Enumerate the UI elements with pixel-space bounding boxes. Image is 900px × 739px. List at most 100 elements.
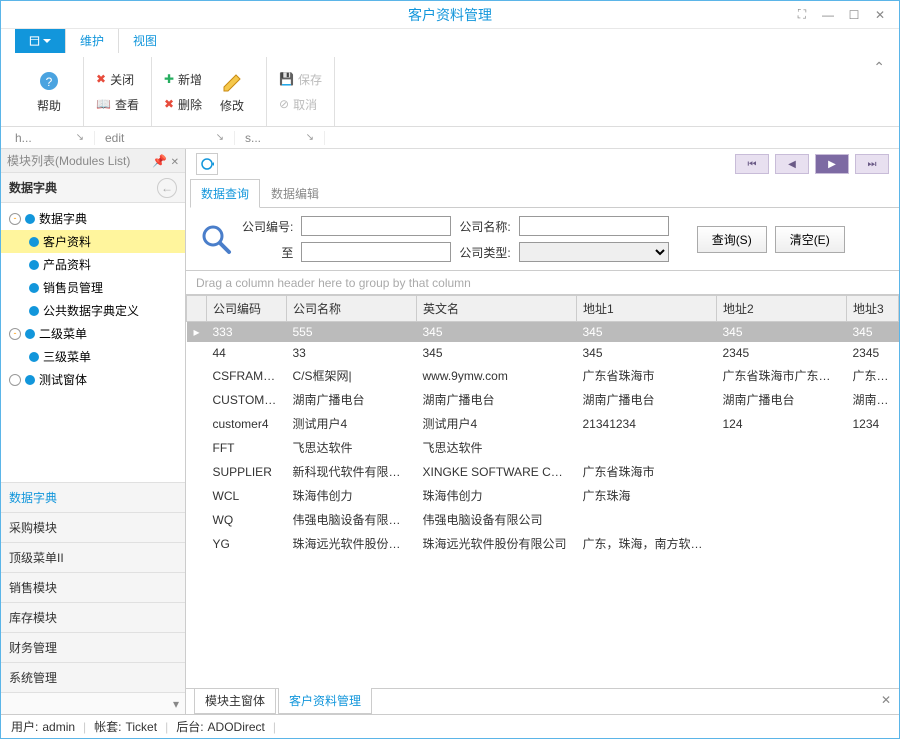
column-header[interactable]: 地址3 (847, 296, 899, 322)
tab-query[interactable]: 数据查询 (190, 179, 260, 208)
table-row[interactable]: WCL珠海伟创力珠海伟创力广东珠海 (187, 484, 899, 508)
tree-label: 销售员管理 (43, 279, 103, 296)
column-header[interactable]: 公司编码 (207, 296, 287, 322)
chevron-down-icon[interactable]: ▾ (173, 697, 179, 711)
help-button[interactable]: ? 帮助 (23, 57, 75, 126)
svg-text:?: ? (46, 75, 53, 89)
nav-first-button[interactable]: ⏮ (735, 154, 769, 174)
accordion-item[interactable]: 采购模块 (1, 512, 185, 542)
cancel-button: ⊘取消 (275, 94, 326, 115)
left-accordion: 数据字典采购模块顶级菜单II销售模块库存模块财务管理系统管理 (1, 482, 185, 692)
tree-node[interactable]: 三级菜单 (1, 345, 185, 368)
accordion-item[interactable]: 财务管理 (1, 632, 185, 662)
new-button[interactable]: ✚新增 (160, 69, 206, 90)
focus-mode-icon[interactable]: ⛶ (789, 5, 815, 25)
view-button[interactable]: 📖查看 (92, 94, 143, 115)
module-icon (25, 329, 35, 339)
magnifier-icon (198, 221, 234, 257)
table-row[interactable]: 443334534523452345 (187, 343, 899, 364)
collapse-ribbon-icon[interactable]: ⌃ (873, 59, 885, 76)
table-row[interactable]: SUPPLIER新科现代软件有限公司XINGKE SOFTWARE COMP..… (187, 460, 899, 484)
company-name-input[interactable] (519, 216, 669, 236)
tree-node[interactable]: 公共数据字典定义 (1, 299, 185, 322)
table-row[interactable]: YG珠海远光软件股份有限公司珠海远光软件股份有限公司广东，珠海，南方软件园 (187, 532, 899, 556)
tab-view[interactable]: 视图 (119, 27, 171, 53)
column-header[interactable]: 公司名称 (287, 296, 417, 322)
save-button: 💾保存 (275, 69, 326, 90)
edit-icon (220, 69, 244, 93)
delete-button[interactable]: ✖删除 (160, 94, 206, 115)
close-icon: ✖ (96, 72, 106, 86)
tab-edit[interactable]: 数据编辑 (260, 179, 330, 208)
accordion-item[interactable]: 顶级菜单II (1, 542, 185, 572)
launcher-icon[interactable]: ↘ (216, 132, 224, 143)
toggle-icon[interactable]: - (9, 328, 21, 340)
tree-node[interactable]: 产品资料 (1, 253, 185, 276)
lbl-company-name: 公司名称: (459, 218, 510, 235)
bottom-tab-main[interactable]: 模块主窗体 (194, 688, 276, 714)
group-by-hint[interactable]: Drag a column header here to group by th… (186, 271, 899, 295)
table-row[interactable]: WQ伟强电脑设备有限公司伟强电脑设备有限公司 (187, 508, 899, 532)
column-header[interactable]: 地址2 (717, 296, 847, 322)
module-tree: -数据字典客户资料产品资料销售员管理公共数据字典定义 - 二级菜单三级菜单测试窗体 (1, 203, 185, 482)
ribbon-footer: h...↘ edit↘ s...↘ (1, 127, 899, 149)
nav-prev-button[interactable]: ◀ (775, 154, 809, 174)
data-grid[interactable]: 公司编码公司名称英文名地址1地址2地址3 ▸333555345345345345… (186, 295, 899, 688)
tree-node[interactable]: 测试窗体 (1, 368, 185, 391)
refresh-button[interactable] (196, 153, 218, 175)
accordion-item[interactable]: 系统管理 (1, 662, 185, 692)
back-icon[interactable]: ← (157, 178, 177, 198)
book-icon: 📖 (96, 97, 111, 111)
launcher-icon[interactable]: ↘ (306, 132, 314, 143)
module-icon (29, 260, 39, 270)
left-pane-header: 模块列表(Modules List) 📌 ✕ (1, 149, 185, 173)
column-header[interactable]: 英文名 (417, 296, 577, 322)
file-icon (29, 34, 40, 48)
maximize-button[interactable]: ☐ (841, 5, 867, 25)
nav-next-button[interactable]: ▶ (815, 154, 849, 174)
launcher-icon[interactable]: ↘ (76, 132, 84, 143)
content-tabs: 数据查询 数据编辑 (190, 179, 899, 208)
file-tab[interactable] (15, 29, 65, 53)
pin-icon[interactable]: 📌 ✕ (152, 154, 179, 168)
nav-last-button[interactable]: ⏭ (855, 154, 889, 174)
tree-node[interactable]: -数据字典 (1, 207, 185, 230)
company-code-to-input[interactable] (301, 242, 451, 262)
tree-node[interactable]: 销售员管理 (1, 276, 185, 299)
modify-button[interactable]: 修改 (206, 57, 258, 126)
clear-button[interactable]: 清空(E) (775, 226, 845, 253)
company-code-from-input[interactable] (301, 216, 451, 236)
close-button[interactable]: ✖关闭 (92, 69, 143, 90)
accordion-item[interactable]: 库存模块 (1, 602, 185, 632)
table-row[interactable]: customer4测试用户4测试用户4213412341241234 (187, 412, 899, 436)
query-button[interactable]: 查询(S) (697, 226, 767, 253)
column-header[interactable]: 地址1 (577, 296, 717, 322)
tree-node[interactable]: 客户资料 (1, 230, 185, 253)
minimize-button[interactable]: — (815, 5, 841, 25)
table-row[interactable]: CUSTOMER湖南广播电台湖南广播电台湖南广播电台湖南广播电台湖南广播电 (187, 388, 899, 412)
toggle-icon[interactable] (9, 374, 21, 386)
status-bar: 用户:admin | 帐套:Ticket | 后台:ADODirect | (1, 714, 899, 738)
plus-icon: ✚ (164, 72, 174, 86)
help-icon: ? (37, 69, 61, 93)
module-icon (29, 283, 39, 293)
accordion-item[interactable]: 销售模块 (1, 572, 185, 602)
bottom-tab-current[interactable]: 客户资料管理 (278, 688, 372, 714)
toggle-icon[interactable]: - (9, 213, 21, 225)
table-row[interactable]: ▸333555345345345345 (187, 322, 899, 343)
tab-maintain[interactable]: 维护 (65, 27, 119, 53)
tree-label: 二级菜单 (39, 325, 87, 342)
cancel-icon: ⊘ (279, 97, 289, 111)
tree-node[interactable]: - 二级菜单 (1, 322, 185, 345)
close-tab-icon[interactable]: ✕ (881, 693, 891, 707)
accordion-item[interactable]: 数据字典 (1, 482, 185, 512)
table-row[interactable]: CSFRAMEW...C/S框架网|www.9ymw.com广东省珠海市广东省珠… (187, 364, 899, 388)
search-bar: 公司编号: 公司名称: 至 公司类型: 查询(S) 清空(E) (186, 208, 899, 271)
table-row[interactable]: FFT飞思达软件飞思达软件 (187, 436, 899, 460)
close-window-button[interactable]: ✕ (867, 5, 893, 25)
right-top-bar: ⏮ ◀ ▶ ⏭ (186, 149, 899, 179)
tree-label: 客户资料 (43, 233, 91, 250)
lbl-company-code: 公司编号: (242, 218, 293, 235)
company-type-select[interactable] (519, 242, 669, 262)
ribbon-group-view: ✖关闭 📖查看 (84, 57, 152, 126)
